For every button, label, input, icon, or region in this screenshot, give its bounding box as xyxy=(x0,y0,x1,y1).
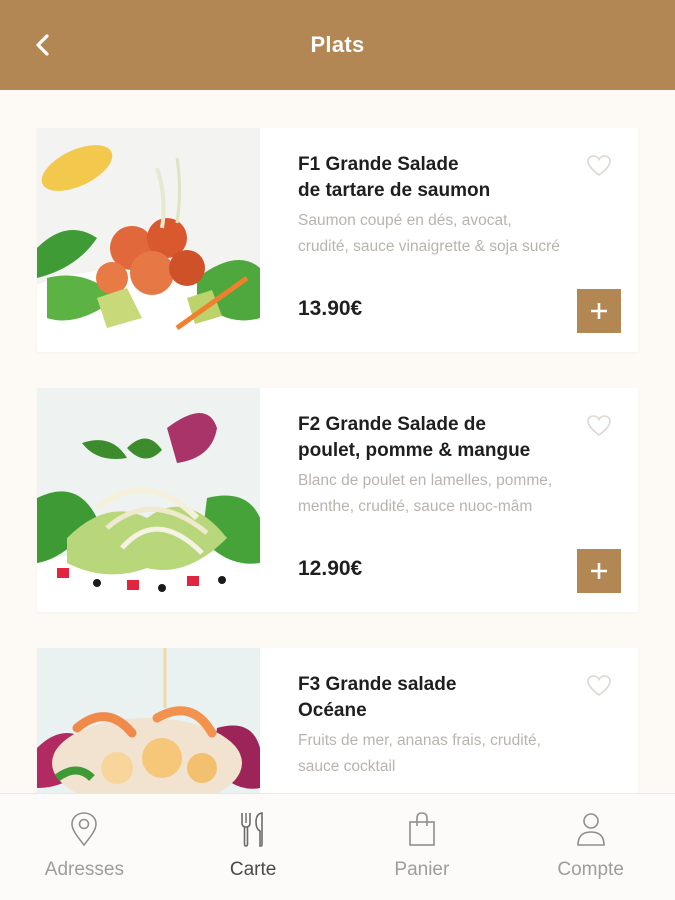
tab-label: Compte xyxy=(557,859,624,880)
page-title: Plats xyxy=(310,32,365,57)
heart-outline-icon xyxy=(587,675,611,697)
map-pin-icon xyxy=(71,812,98,847)
tab-adresses[interactable]: Adresses xyxy=(0,794,169,900)
fork-knife-icon xyxy=(241,812,263,847)
add-to-cart-button[interactable] xyxy=(577,549,621,593)
heart-outline-icon xyxy=(587,155,611,177)
tab-panier[interactable]: Panier xyxy=(338,794,507,900)
chevron-left-icon xyxy=(36,34,49,56)
dish-description: Blanc de poulet en lamelles, pomme, ment… xyxy=(298,472,553,515)
dish-title: F1 Grande Salade de tartare de saumon xyxy=(298,154,491,201)
dish-image xyxy=(37,128,260,352)
tab-label: Carte xyxy=(229,859,277,880)
add-to-cart-button[interactable] xyxy=(577,289,621,333)
favorite-button[interactable] xyxy=(586,154,612,178)
dish-image xyxy=(37,648,260,793)
tab-carte[interactable]: Carte xyxy=(169,794,338,900)
shopping-bag-icon xyxy=(409,812,435,846)
plus-icon xyxy=(591,563,607,579)
dish-image xyxy=(37,388,260,612)
dish-list[interactable]: F1 Grande Salade de tartare de saumon Sa… xyxy=(0,90,675,793)
dish-description: Fruits de mer, ananas frais, crudité, sa… xyxy=(298,732,541,775)
favorite-button[interactable] xyxy=(586,674,612,698)
dish-title: F3 Grande salade Océane xyxy=(298,674,457,721)
dish-card[interactable]: F3 Grande salade Océane Fruits de mer, a… xyxy=(37,648,638,793)
tab-label: Panier xyxy=(394,859,450,880)
dish-card[interactable]: F2 Grande Salade de poulet, pomme & mang… xyxy=(37,388,638,612)
plus-icon xyxy=(591,303,607,319)
favorite-button[interactable] xyxy=(586,414,612,438)
user-icon xyxy=(576,813,605,846)
dish-description: Saumon coupé en dés, avocat, crudité, sa… xyxy=(298,212,560,255)
dish-title: F2 Grande Salade de poulet, pomme & mang… xyxy=(298,414,531,461)
dish-price: 13.90€ xyxy=(298,297,363,320)
dish-price: 12.90€ xyxy=(298,557,363,580)
back-button[interactable] xyxy=(28,30,58,60)
dish-card[interactable]: F1 Grande Salade de tartare de saumon Sa… xyxy=(37,128,638,352)
heart-outline-icon xyxy=(587,415,611,437)
tab-label: Adresses xyxy=(44,859,124,880)
bottom-tab-bar: Adresses Carte Panier Compte xyxy=(0,793,675,900)
tab-compte[interactable]: Compte xyxy=(506,794,675,900)
top-bar: Plats xyxy=(0,0,675,90)
